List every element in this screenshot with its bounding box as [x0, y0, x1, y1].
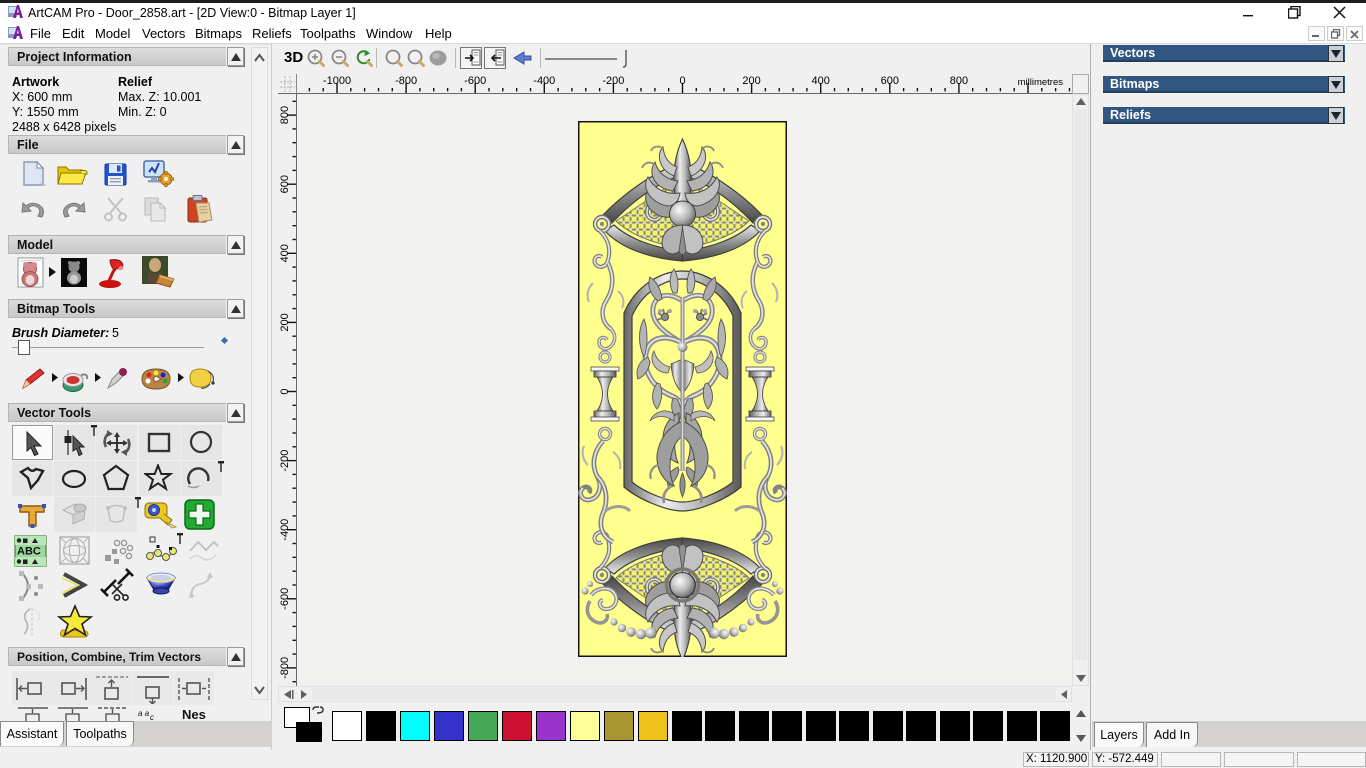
- svg-text:0: 0: [679, 75, 685, 87]
- svg-text:-400: -400: [279, 519, 291, 541]
- svg-text:-800: -800: [279, 657, 291, 679]
- svg-text:a a: a a: [138, 709, 150, 718]
- svg-text:-400: -400: [533, 75, 555, 87]
- svg-text:-800: -800: [395, 75, 417, 87]
- svg-text:200: 200: [279, 313, 291, 331]
- svg-text:ABC: ABC: [17, 546, 41, 558]
- svg-text:800: 800: [950, 75, 968, 87]
- svg-text:-600: -600: [279, 588, 291, 610]
- svg-text:600: 600: [279, 175, 291, 193]
- svg-text:-1000: -1000: [323, 75, 351, 87]
- svg-text:400: 400: [279, 244, 291, 262]
- svg-text:Nes: Nes: [182, 707, 206, 721]
- svg-text:200: 200: [742, 75, 760, 87]
- svg-text:-200: -200: [279, 450, 291, 472]
- svg-text:800: 800: [279, 106, 291, 124]
- svg-text:-600: -600: [464, 75, 486, 87]
- svg-text:-200: -200: [602, 75, 624, 87]
- svg-text:400: 400: [812, 75, 830, 87]
- svg-text:c: c: [150, 713, 154, 721]
- svg-text:0: 0: [279, 388, 291, 394]
- svg-text:millimetres: millimetres: [1018, 77, 1064, 88]
- svg-text:600: 600: [881, 75, 899, 87]
